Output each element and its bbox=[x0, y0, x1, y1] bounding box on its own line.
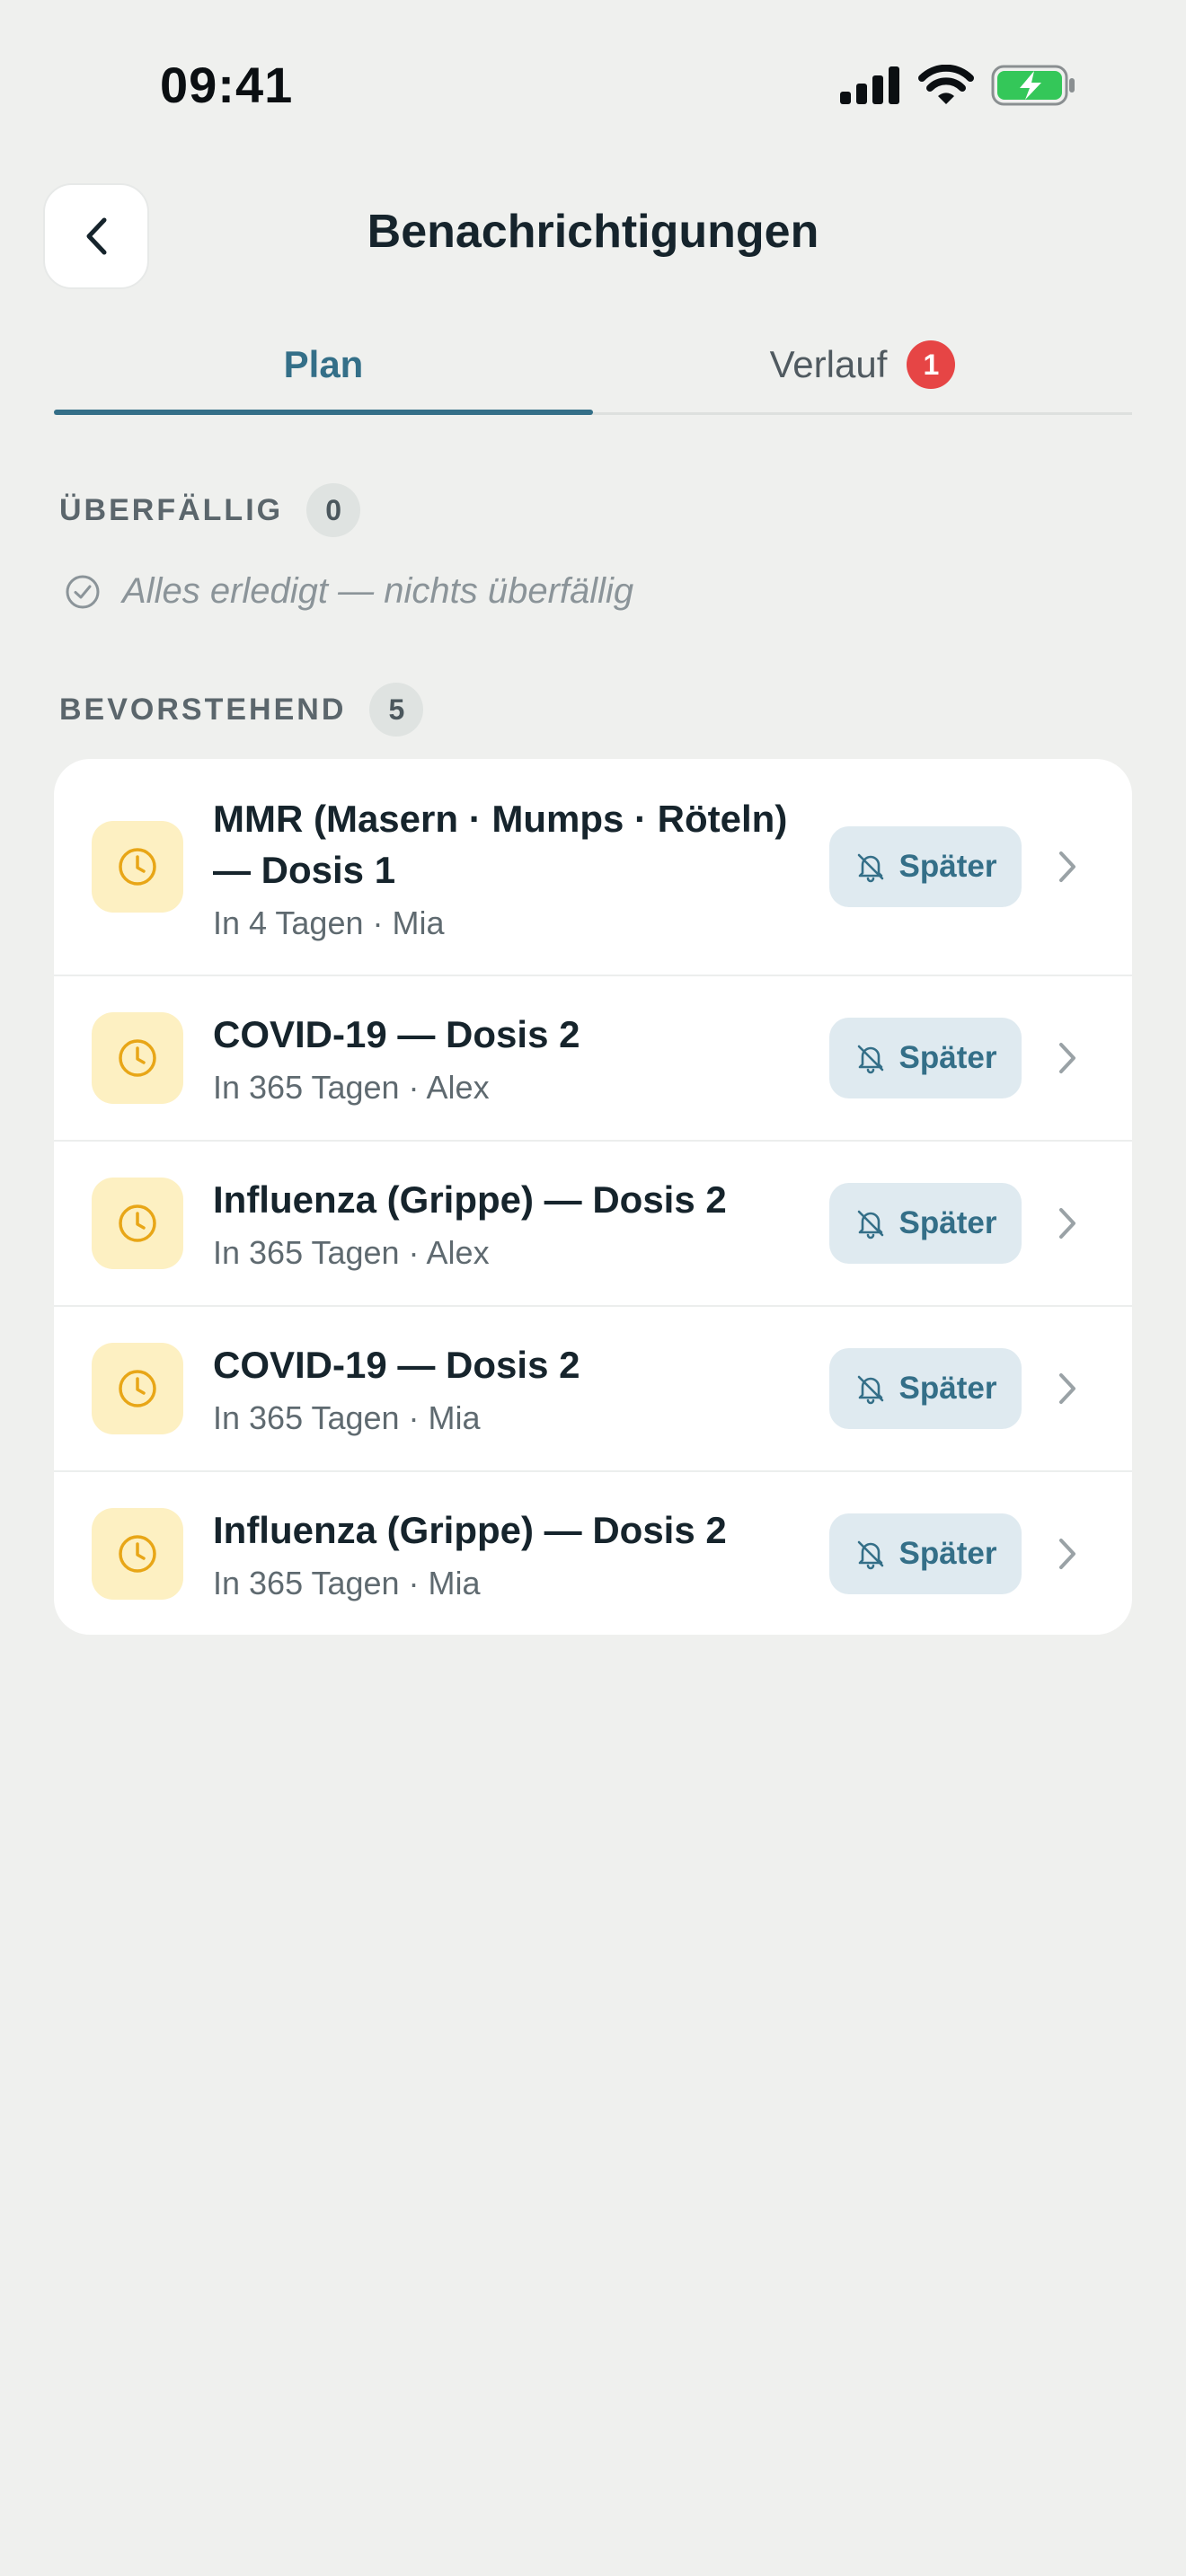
bell-off-icon bbox=[854, 1207, 887, 1239]
bell-off-icon bbox=[854, 1538, 887, 1570]
page-title: Benachrichtigungen bbox=[367, 206, 819, 258]
status-time: 09:41 bbox=[160, 57, 294, 113]
tab-verlauf[interactable]: Verlauf 1 bbox=[593, 314, 1132, 415]
chevron-right-icon bbox=[1058, 1041, 1077, 1075]
item-title: COVID-19 — Dosis 2 bbox=[213, 1344, 580, 1386]
snooze-label: Später bbox=[898, 1040, 997, 1075]
list-item[interactable]: Influenza (Grippe) — Dosis 2 In 365 Tage… bbox=[54, 1140, 1132, 1305]
check-circle-icon bbox=[65, 574, 101, 610]
item-subtitle: In 365 Tagen · Mia bbox=[213, 1565, 481, 1601]
overdue-section-header: ÜBERFÄLLIG 0 bbox=[59, 483, 361, 537]
item-title: Influenza (Grippe) — Dosis 2 bbox=[213, 1509, 727, 1551]
empty-state-text: Alles erledigt — nichts überfällig bbox=[122, 571, 634, 611]
clock-icon bbox=[116, 1367, 159, 1410]
section-label: BEVORSTEHEND bbox=[59, 692, 347, 727]
snooze-button[interactable]: Später bbox=[829, 1348, 1022, 1429]
wifi-icon bbox=[918, 64, 974, 110]
list-item[interactable]: MMR (Masern · Mumps · Röteln) — Dosis 1 … bbox=[54, 759, 1132, 975]
item-title: MMR (Masern · Mumps · Röteln) — Dosis 1 bbox=[213, 798, 788, 891]
chevron-right-icon bbox=[1058, 1372, 1077, 1406]
list-item[interactable]: Influenza (Grippe) — Dosis 2 In 365 Tage… bbox=[54, 1470, 1132, 1635]
clock-icon-tile bbox=[92, 1012, 183, 1104]
clock-icon-tile bbox=[92, 821, 183, 913]
chevron-right-icon bbox=[1058, 1537, 1077, 1571]
snooze-button[interactable]: Später bbox=[829, 1018, 1022, 1098]
snooze-button[interactable]: Später bbox=[829, 1183, 1022, 1264]
snooze-label: Später bbox=[898, 1536, 997, 1571]
clock-icon bbox=[116, 1202, 159, 1245]
tab-bar: Plan Verlauf 1 bbox=[54, 314, 1132, 415]
item-title: Influenza (Grippe) — Dosis 2 bbox=[213, 1178, 727, 1221]
clock-icon-tile bbox=[92, 1508, 183, 1600]
list-item[interactable]: COVID-19 — Dosis 2 In 365 Tagen · Mia Sp… bbox=[54, 1305, 1132, 1470]
snooze-button[interactable]: Später bbox=[829, 826, 1022, 907]
upcoming-list: MMR (Masern · Mumps · Röteln) — Dosis 1 … bbox=[54, 759, 1132, 1635]
bell-off-icon bbox=[854, 1042, 887, 1074]
bell-off-icon bbox=[854, 1372, 887, 1405]
snooze-label: Später bbox=[898, 1205, 997, 1240]
signal-icon bbox=[840, 66, 901, 109]
battery-charging-icon bbox=[991, 63, 1077, 112]
tab-label: Plan bbox=[283, 343, 364, 385]
upcoming-section-header: BEVORSTEHEND 5 bbox=[59, 683, 424, 737]
notification-badge: 1 bbox=[907, 340, 956, 389]
section-label: ÜBERFÄLLIG bbox=[59, 492, 284, 527]
clock-icon bbox=[116, 1532, 159, 1575]
status-bar: 09:41 bbox=[0, 0, 1186, 171]
item-subtitle: In 365 Tagen · Alex bbox=[213, 1234, 490, 1271]
snooze-button[interactable]: Später bbox=[829, 1513, 1022, 1594]
tab-label: Verlauf bbox=[769, 343, 888, 385]
chevron-right-icon bbox=[1058, 1206, 1077, 1240]
item-subtitle: In 4 Tagen · Mia bbox=[213, 904, 445, 941]
item-title: COVID-19 — Dosis 2 bbox=[213, 1013, 580, 1055]
item-subtitle: In 365 Tagen · Mia bbox=[213, 1399, 481, 1436]
tab-plan[interactable]: Plan bbox=[54, 314, 593, 415]
count-badge: 0 bbox=[306, 483, 361, 537]
bell-off-icon bbox=[854, 851, 887, 883]
clock-icon-tile bbox=[92, 1178, 183, 1269]
list-item[interactable]: COVID-19 — Dosis 2 In 365 Tagen · Alex S… bbox=[54, 975, 1132, 1140]
clock-icon-tile bbox=[92, 1343, 183, 1434]
clock-icon bbox=[116, 845, 159, 888]
snooze-label: Später bbox=[898, 1371, 997, 1406]
overdue-empty-state: Alles erledigt — nichts überfällig bbox=[65, 571, 633, 612]
chevron-right-icon bbox=[1058, 850, 1077, 884]
clock-icon bbox=[116, 1037, 159, 1080]
item-subtitle: In 365 Tagen · Alex bbox=[213, 1069, 490, 1106]
snooze-label: Später bbox=[898, 849, 997, 884]
count-badge: 5 bbox=[369, 683, 424, 737]
nav-bar: Benachrichtigungen bbox=[0, 180, 1186, 296]
active-tab-indicator bbox=[54, 410, 593, 415]
